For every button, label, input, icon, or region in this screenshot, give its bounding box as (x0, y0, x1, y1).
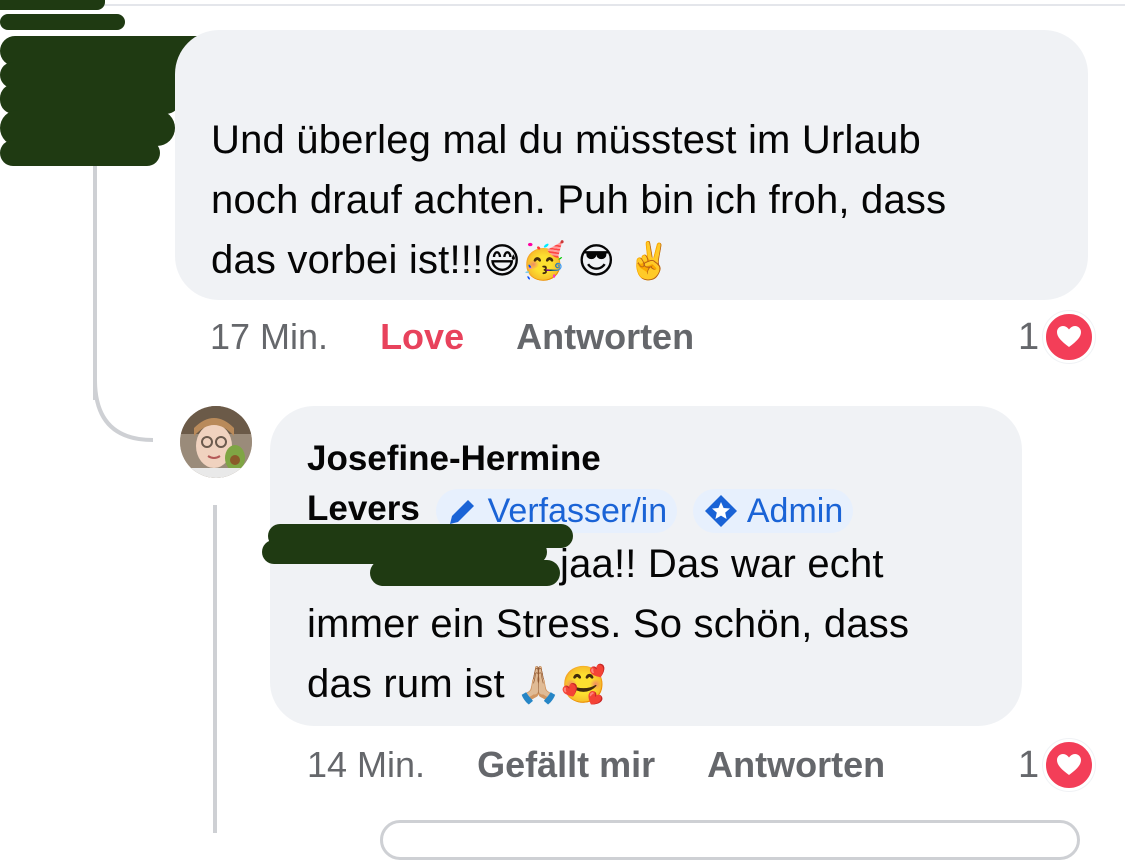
redaction-mark (370, 560, 560, 586)
avatar[interactable] (180, 406, 252, 478)
thread-connector-reply (213, 505, 217, 833)
reply-time[interactable]: 14 Min. (307, 744, 425, 786)
reply-input[interactable] (380, 820, 1080, 860)
comment-bubble[interactable]: Und überleg mal du müsstest im Urlaub no… (175, 30, 1088, 300)
author-name[interactable]: Josefine-Hermine Levers Verfasser/in Adm… (307, 434, 992, 534)
reaction-count: 1 (1018, 315, 1040, 358)
heart-reaction-icon (1043, 311, 1096, 363)
like-button[interactable]: Gefällt mir (477, 744, 655, 786)
comment-text-line: das vorbei ist!!!😅🥳 😎 ✌️ (211, 230, 1058, 292)
comment-text-segment: das vorbei ist!!! (211, 238, 484, 282)
sweat-smile-emoji: 😅 (483, 241, 522, 282)
reaction-summary[interactable]: 1 (1018, 739, 1096, 791)
comment-time[interactable]: 17 Min. (210, 316, 328, 358)
top-divider (0, 4, 1125, 6)
thread-connector-curve (93, 380, 154, 442)
redaction-mark (0, 140, 160, 166)
love-reaction-button[interactable]: Love (380, 316, 464, 358)
admin-badge-label: Admin (746, 491, 844, 530)
thread-connector-vertical (93, 150, 97, 400)
comment-text-line: noch drauf achten. Puh bin ich froh, das… (211, 178, 947, 222)
party-face-emoji: 🥳 (521, 241, 567, 282)
reply-text-line: immer ein Stress. So schön, dass (307, 602, 910, 646)
redaction-mark (0, 0, 105, 10)
reply-text-segment: jaa!! Das war echt (560, 542, 884, 586)
sunglasses-emoji: 😎 (577, 241, 616, 282)
victory-hand-emoji: ✌️ (626, 241, 672, 282)
comment-actions: 17 Min. Love Antworten (210, 316, 694, 358)
reply-button[interactable]: Antworten (707, 744, 885, 786)
pencil-icon (449, 499, 476, 528)
reply-text-segment: das rum ist (307, 662, 505, 706)
reply-actions: 14 Min. Gefällt mir Antworten (307, 744, 885, 786)
comment-text-line: Und überleg mal du müsstest im Urlaub (211, 118, 921, 162)
folded-hands-emoji: 🙏🏼 (516, 665, 562, 706)
reply-text-line: das rum ist 🙏🏼🥰 (307, 654, 992, 716)
reaction-count: 1 (1018, 743, 1040, 786)
smiling-hearts-emoji: 🥰 (561, 665, 607, 706)
reply-button[interactable]: Antworten (516, 316, 694, 358)
author-last-name: Levers (307, 489, 420, 528)
comment-text: Und überleg mal du müsstest im Urlaub no… (211, 110, 1058, 292)
admin-badge[interactable]: Admin (692, 488, 854, 533)
admin-star-icon (704, 494, 737, 527)
reaction-summary[interactable]: 1 (1018, 311, 1096, 363)
author-first-name: Josefine-Hermine (307, 439, 601, 478)
heart-reaction-icon (1043, 739, 1096, 791)
redaction-mark (0, 14, 125, 30)
